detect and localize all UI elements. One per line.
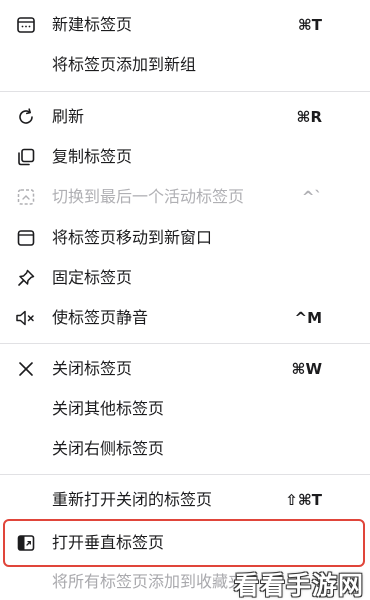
new-tab-icon [14,13,38,37]
menu-item-label: 重新打开关闭的标签页 [52,490,213,509]
menu-item-label: 关闭右侧标签页 [52,439,165,458]
shortcut-label: ⇧⌘T [285,491,322,509]
shortcut-label: ⌘T [297,16,322,34]
menu-item-close-other-tabs[interactable]: 关闭其他标签页 [0,389,370,429]
menu-item-duplicate-tab[interactable]: 复制标签页 [0,137,370,177]
menu-item-move-to-new-window[interactable]: 将标签页移动到新窗口 [0,218,370,258]
tab-context-menu: 新建标签页 ⌘T 将标签页添加到新组 刷新 ⌘R 复制标签页 切换到最后一个活动… [0,0,370,600]
menu-item-label: 关闭标签页 [52,359,133,378]
menu-separator [0,343,370,344]
menu-item-label: 将标签页添加到新组 [52,55,197,74]
menu-item-label: 切换到最后一个活动标签页 [52,187,245,206]
refresh-icon [14,105,38,129]
shortcut-label: ^M [294,309,323,327]
menu-separator [0,474,370,475]
switch-tab-icon [14,185,38,209]
menu-item-label: 使标签页静音 [52,308,149,327]
mute-icon [14,306,38,330]
menu-item-label: 复制标签页 [52,147,133,166]
menu-item-label: 新建标签页 [52,15,133,34]
menu-item-pin-tab[interactable]: 固定标签页 [0,258,370,298]
menu-item-close-tabs-right[interactable]: 关闭右侧标签页 [0,429,370,469]
menu-item-switch-last-active-tab: 切换到最后一个活动标签页 ^` [0,177,370,217]
shortcut-label: ⌘W [291,360,322,378]
shortcut-label: ^` [301,188,322,206]
menu-item-label: 固定标签页 [52,268,133,287]
watermark-text: 看看手游网 [233,571,364,600]
menu-item-close-tab[interactable]: 关闭标签页 ⌘W [0,349,370,389]
menu-item-add-to-new-group[interactable]: 将标签页添加到新组 [0,45,370,85]
menu-item-refresh[interactable]: 刷新 ⌘R [0,97,370,137]
pin-icon [14,266,38,290]
vertical-tabs-icon [14,531,38,555]
menu-item-label: 打开垂直标签页 [52,533,165,552]
menu-item-reopen-closed-tab[interactable]: 重新打开关闭的标签页 ⇧⌘T [0,480,370,520]
menu-item-label: 刷新 [52,107,85,126]
menu-item-label: 将所有标签页添加到收藏夹 [52,572,245,591]
close-icon [14,357,38,381]
menu-item-new-tab[interactable]: 新建标签页 ⌘T [0,5,370,45]
duplicate-icon [14,145,38,169]
menu-item-open-vertical-tabs[interactable]: 打开垂直标签页 [0,523,370,563]
window-icon [14,226,38,250]
menu-separator [0,91,370,92]
menu-item-mute-tab[interactable]: 使标签页静音 ^M [0,298,370,338]
menu-item-label: 将标签页移动到新窗口 [52,228,213,247]
shortcut-label: ⌘R [296,108,322,126]
menu-item-label: 关闭其他标签页 [52,399,165,418]
